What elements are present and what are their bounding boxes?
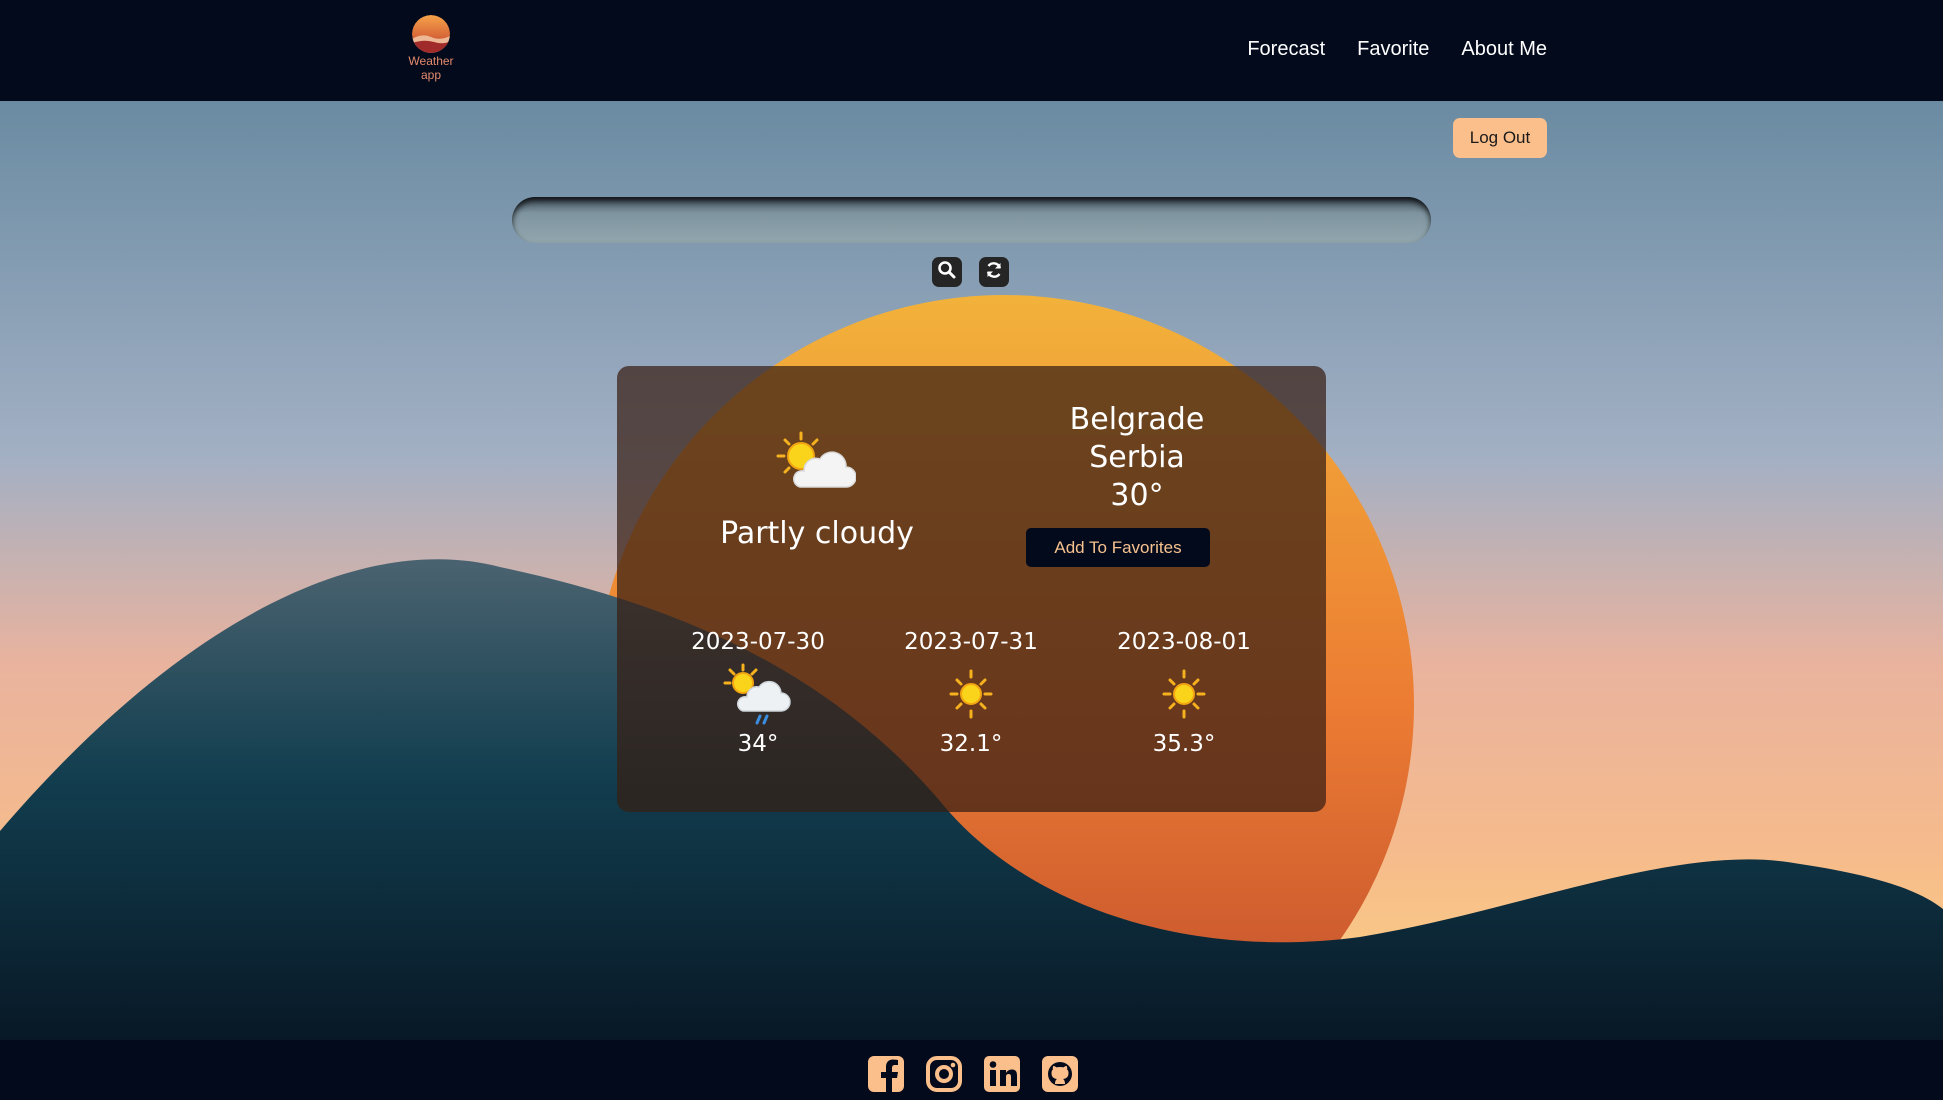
sun-icon [1149, 661, 1219, 727]
main-nav: Forecast Favorite About Me [1247, 38, 1547, 61]
nav-about-me-link[interactable]: About Me [1461, 38, 1547, 61]
partly-cloudy-icon [776, 431, 857, 497]
logo-text-line1: Weather [408, 54, 454, 68]
logo-text-line2: app [420, 68, 442, 82]
forecast-temperature: 35.3° [1152, 731, 1216, 757]
app-logo[interactable]: Weather app [401, 15, 461, 83]
location-block: Belgrade Serbia 30° [997, 401, 1277, 515]
facebook-icon[interactable] [864, 1052, 908, 1096]
country-name: Serbia [1089, 440, 1185, 475]
top-navbar: Weather app Forecast Favorite About Me [0, 0, 1943, 101]
current-temperature: 30° [1110, 478, 1164, 513]
forecast-date: 2023-07-30 [691, 629, 825, 655]
current-condition: Partly cloudy [720, 516, 914, 551]
sun-icon [936, 661, 1006, 727]
nav-favorite-link[interactable]: Favorite [1357, 38, 1429, 61]
add-to-favorites-button[interactable]: Add To Favorites [1026, 528, 1210, 567]
refresh-icon [984, 260, 1004, 284]
logo-sun-icon [412, 15, 450, 53]
forecast-day: 2023-08-01 35.3° [1094, 629, 1274, 757]
forecast-date: 2023-07-31 [904, 629, 1038, 655]
search-button[interactable] [932, 257, 962, 287]
forecast-date: 2023-08-01 [1117, 629, 1251, 655]
search-icon [937, 260, 957, 284]
forecast-temperature: 34° [737, 731, 779, 757]
forecast-temperature: 32.1° [939, 731, 1003, 757]
city-name: Belgrade [1069, 402, 1205, 437]
weather-card: Partly cloudy Belgrade Serbia 30° Add To… [617, 366, 1326, 812]
forecast-day: 2023-07-30 34° [668, 629, 848, 757]
search-input[interactable] [512, 197, 1431, 243]
linkedin-icon[interactable] [980, 1052, 1024, 1096]
social-links [864, 1052, 1082, 1096]
logout-button[interactable]: Log Out [1453, 118, 1547, 158]
forecast-day: 2023-07-31 32.1° [881, 629, 1061, 757]
github-icon[interactable] [1038, 1052, 1082, 1096]
refresh-button[interactable] [979, 257, 1009, 287]
sun-cloud-rain-icon [723, 661, 793, 727]
instagram-icon[interactable] [922, 1052, 966, 1096]
nav-forecast-link[interactable]: Forecast [1247, 38, 1325, 61]
